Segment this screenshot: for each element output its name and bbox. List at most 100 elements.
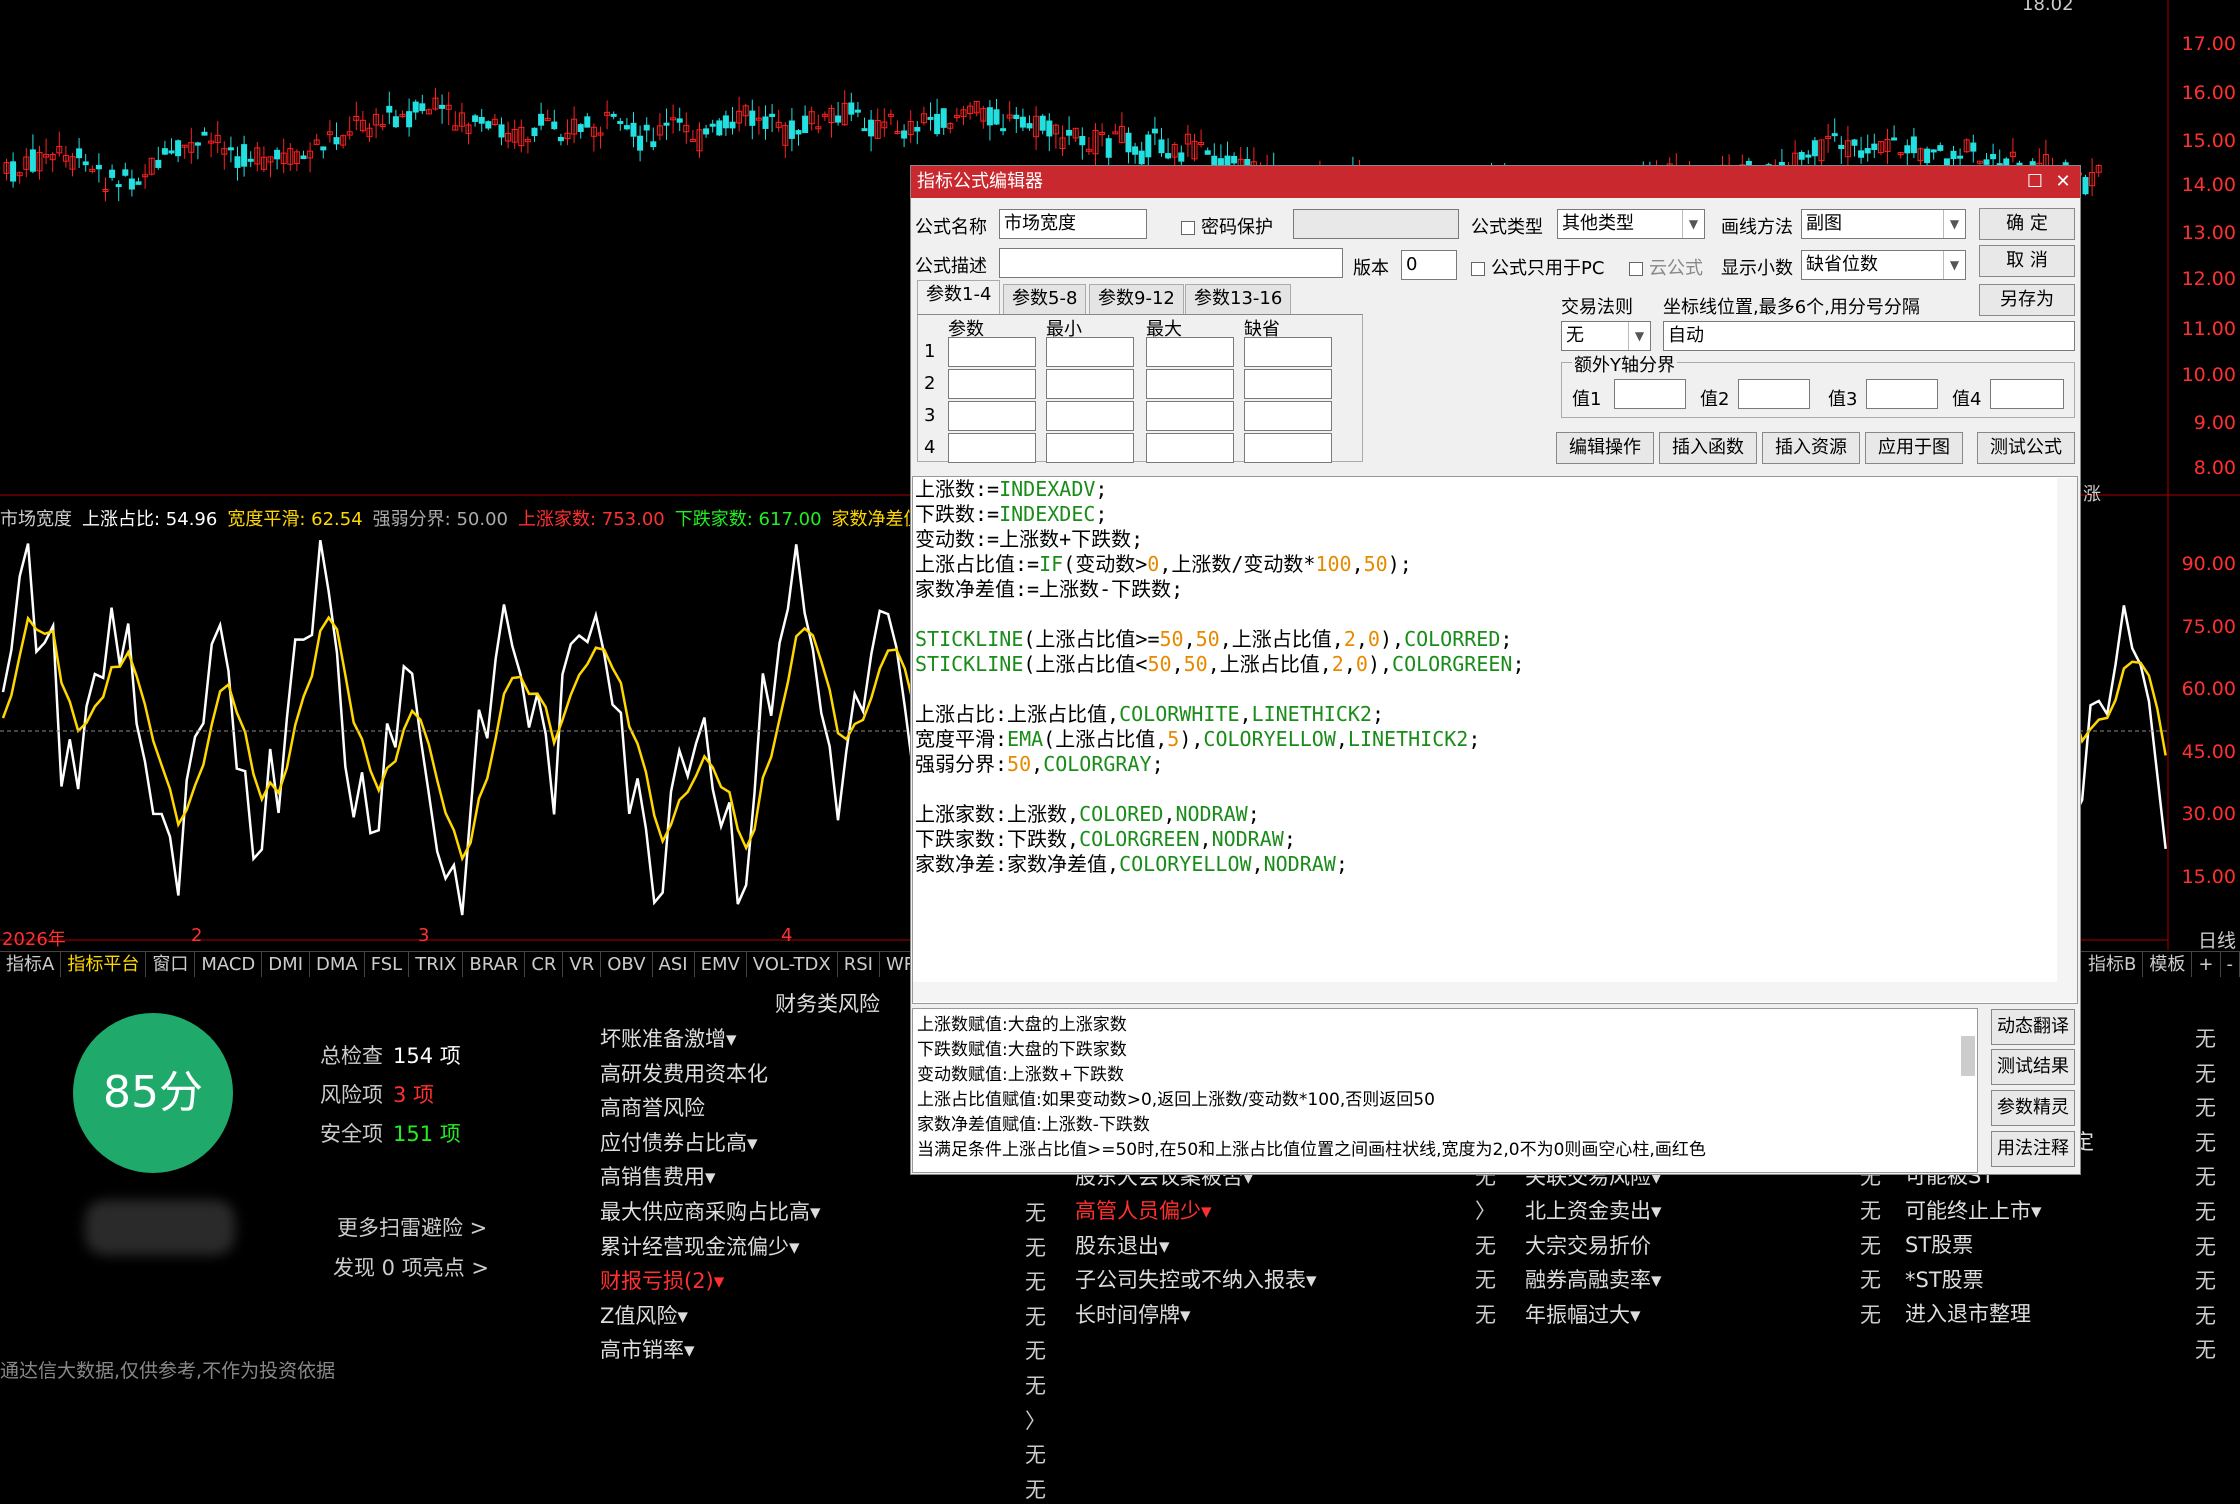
v1-input[interactable] bbox=[1614, 379, 1686, 409]
tab-remove[interactable]: - bbox=[2221, 952, 2240, 977]
gov-item[interactable]: 股东退出▾ bbox=[1075, 1230, 1170, 1260]
highlights-link[interactable]: 发现 0 项亮点 > bbox=[333, 1252, 489, 1282]
market-item[interactable]: 大宗交易折价 bbox=[1525, 1230, 1651, 1260]
finance-item[interactable]: 坏账准备激增▾ bbox=[600, 1023, 737, 1053]
candle-body bbox=[334, 138, 339, 144]
tab-trix[interactable]: TRIX bbox=[409, 952, 463, 977]
type-select[interactable]: 其他类型▼ bbox=[1557, 209, 1705, 239]
delist-item[interactable]: *ST股票 bbox=[1905, 1264, 1984, 1294]
tab-params-1-4[interactable]: 参数1-4 bbox=[917, 280, 1000, 314]
tab-dmi[interactable]: DMI bbox=[262, 952, 310, 977]
param-cell[interactable] bbox=[1244, 433, 1332, 463]
finance-item[interactable]: 高销售费用▾ bbox=[600, 1161, 716, 1191]
param-cell[interactable] bbox=[1046, 337, 1134, 367]
tab-obv[interactable]: OBV bbox=[601, 952, 652, 977]
name-input[interactable]: 市场宽度 bbox=[999, 209, 1147, 239]
param-wizard-button[interactable]: 参数精灵 bbox=[1991, 1090, 2075, 1126]
gov-item[interactable]: 高管人员偏少▾ bbox=[1075, 1195, 1212, 1225]
dynamic-translate-button[interactable]: 动态翻译 bbox=[1991, 1009, 2075, 1045]
param-cell[interactable] bbox=[1046, 401, 1134, 431]
test-formula-button[interactable]: 测试公式 bbox=[1977, 432, 2075, 464]
delist-item[interactable]: 进入退市整理 bbox=[1905, 1298, 2031, 1328]
pc-only-checkbox[interactable]: 公式只用于PC bbox=[1471, 254, 1604, 280]
tab-dma[interactable]: DMA bbox=[310, 952, 365, 977]
param-cell[interactable] bbox=[1244, 401, 1332, 431]
tab-zbb[interactable]: 指标B bbox=[2082, 952, 2143, 977]
tab-cr[interactable]: CR bbox=[525, 952, 563, 977]
password-input[interactable] bbox=[1293, 209, 1459, 239]
param-cell[interactable] bbox=[1046, 369, 1134, 399]
finance-item[interactable]: 财报亏损(2)▾ bbox=[600, 1265, 724, 1295]
usage-notes-button[interactable]: 用法注释 bbox=[1991, 1131, 2075, 1167]
tab-params-5-8[interactable]: 参数5-8 bbox=[1003, 284, 1086, 314]
tab-window[interactable]: 窗口 bbox=[146, 952, 195, 977]
param-cell[interactable] bbox=[1146, 337, 1234, 367]
tab-asi[interactable]: ASI bbox=[653, 952, 695, 977]
dialog-titlebar[interactable]: 指标公式编辑器 ☐ ✕ bbox=[911, 166, 2080, 198]
param-cell[interactable] bbox=[1244, 337, 1332, 367]
tab-vr[interactable]: VR bbox=[563, 952, 601, 977]
tab-zba[interactable]: 指标A bbox=[0, 952, 61, 977]
decimals-select[interactable]: 缺省位数▼ bbox=[1801, 250, 1966, 280]
delist-item[interactable]: ST股票 bbox=[1905, 1229, 1973, 1259]
tab-vol-tdx[interactable]: VOL-TDX bbox=[747, 952, 838, 977]
tab-rsi[interactable]: RSI bbox=[838, 952, 880, 977]
market-item[interactable]: 北上资金卖出▾ bbox=[1525, 1195, 1662, 1225]
param-cell[interactable] bbox=[1046, 433, 1134, 463]
v4-input[interactable] bbox=[1990, 379, 2064, 409]
param-cell[interactable] bbox=[948, 401, 1036, 431]
gov-item[interactable]: 子公司失控或不纳入报表▾ bbox=[1075, 1264, 1317, 1294]
insert-resource-button[interactable]: 插入资源 bbox=[1762, 432, 1860, 464]
param-cell[interactable] bbox=[1146, 369, 1234, 399]
tab-macd[interactable]: MACD bbox=[195, 952, 262, 977]
finance-item[interactable]: 累计经营现金流偏少▾ bbox=[600, 1231, 800, 1261]
tab-emv[interactable]: EMV bbox=[695, 952, 747, 977]
cloud-checkbox[interactable]: 云公式 bbox=[1629, 254, 1703, 280]
tab-add[interactable]: + bbox=[2192, 952, 2220, 977]
finance-item[interactable]: 最大供应商采购占比高▾ bbox=[600, 1196, 821, 1226]
save-as-button[interactable]: 另存为 bbox=[1979, 284, 2075, 316]
market-item[interactable]: 融券高融卖率▾ bbox=[1525, 1264, 1662, 1294]
market-item[interactable]: 年振幅过大▾ bbox=[1525, 1299, 1641, 1329]
password-checkbox[interactable]: 密码保护 bbox=[1181, 213, 1273, 239]
maximize-icon[interactable]: ☐ bbox=[2022, 166, 2048, 198]
finance-item[interactable]: Z值风险▾ bbox=[600, 1300, 688, 1330]
param-cell[interactable] bbox=[1146, 401, 1234, 431]
tab-platform[interactable]: 指标平台 bbox=[61, 952, 146, 977]
draw-select[interactable]: 副图▼ bbox=[1801, 209, 1966, 239]
close-icon[interactable]: ✕ bbox=[2050, 166, 2076, 198]
more-scan-link[interactable]: 更多扫雷避险 > bbox=[337, 1212, 487, 1242]
gov-item[interactable]: 长时间停牌▾ bbox=[1075, 1299, 1191, 1329]
param-cell[interactable] bbox=[948, 369, 1036, 399]
tab-brar[interactable]: BRAR bbox=[463, 952, 525, 977]
finance-item[interactable]: 高商誉风险 bbox=[600, 1092, 705, 1122]
finance-item[interactable]: 应付债券占比高▾ bbox=[600, 1127, 758, 1157]
version-input[interactable]: 0 bbox=[1401, 250, 1457, 280]
code-hscrollbar[interactable] bbox=[913, 982, 2057, 1002]
finance-item[interactable]: 高市销率▾ bbox=[600, 1334, 695, 1364]
param-cell[interactable] bbox=[948, 337, 1036, 367]
coord-input[interactable]: 自动 bbox=[1663, 321, 2075, 351]
cancel-button[interactable]: 取 消 bbox=[1979, 245, 2075, 277]
tab-params-13-16[interactable]: 参数13-16 bbox=[1185, 284, 1291, 314]
v3-input[interactable] bbox=[1866, 379, 1938, 409]
desc-input[interactable] bbox=[999, 248, 1343, 278]
apply-to-chart-button[interactable]: 应用于图 bbox=[1865, 432, 1963, 464]
explain-scrollbar[interactable] bbox=[1961, 1036, 1975, 1076]
code-vscrollbar[interactable] bbox=[2057, 478, 2077, 1002]
delist-item[interactable]: 可能终止上市▾ bbox=[1905, 1195, 2042, 1225]
trade-select[interactable]: 无▼ bbox=[1561, 321, 1651, 351]
tab-template[interactable]: 模板 bbox=[2143, 952, 2192, 977]
v2-input[interactable] bbox=[1738, 379, 1810, 409]
edit-ops-button[interactable]: 编辑操作 bbox=[1556, 432, 1654, 464]
insert-function-button[interactable]: 插入函数 bbox=[1659, 432, 1757, 464]
ok-button[interactable]: 确 定 bbox=[1979, 208, 2075, 240]
param-cell[interactable] bbox=[1146, 433, 1234, 463]
code-editor[interactable]: 上涨数:=INDEXADV;下跌数:=INDEXDEC;变动数:=上涨数+下跌数… bbox=[912, 476, 2078, 1004]
test-result-button[interactable]: 测试结果 bbox=[1991, 1049, 2075, 1085]
tab-params-9-12[interactable]: 参数9-12 bbox=[1089, 284, 1184, 314]
finance-item[interactable]: 高研发费用资本化 bbox=[600, 1058, 768, 1088]
param-cell[interactable] bbox=[948, 433, 1036, 463]
tab-fsl[interactable]: FSL bbox=[365, 952, 410, 977]
param-cell[interactable] bbox=[1244, 369, 1332, 399]
